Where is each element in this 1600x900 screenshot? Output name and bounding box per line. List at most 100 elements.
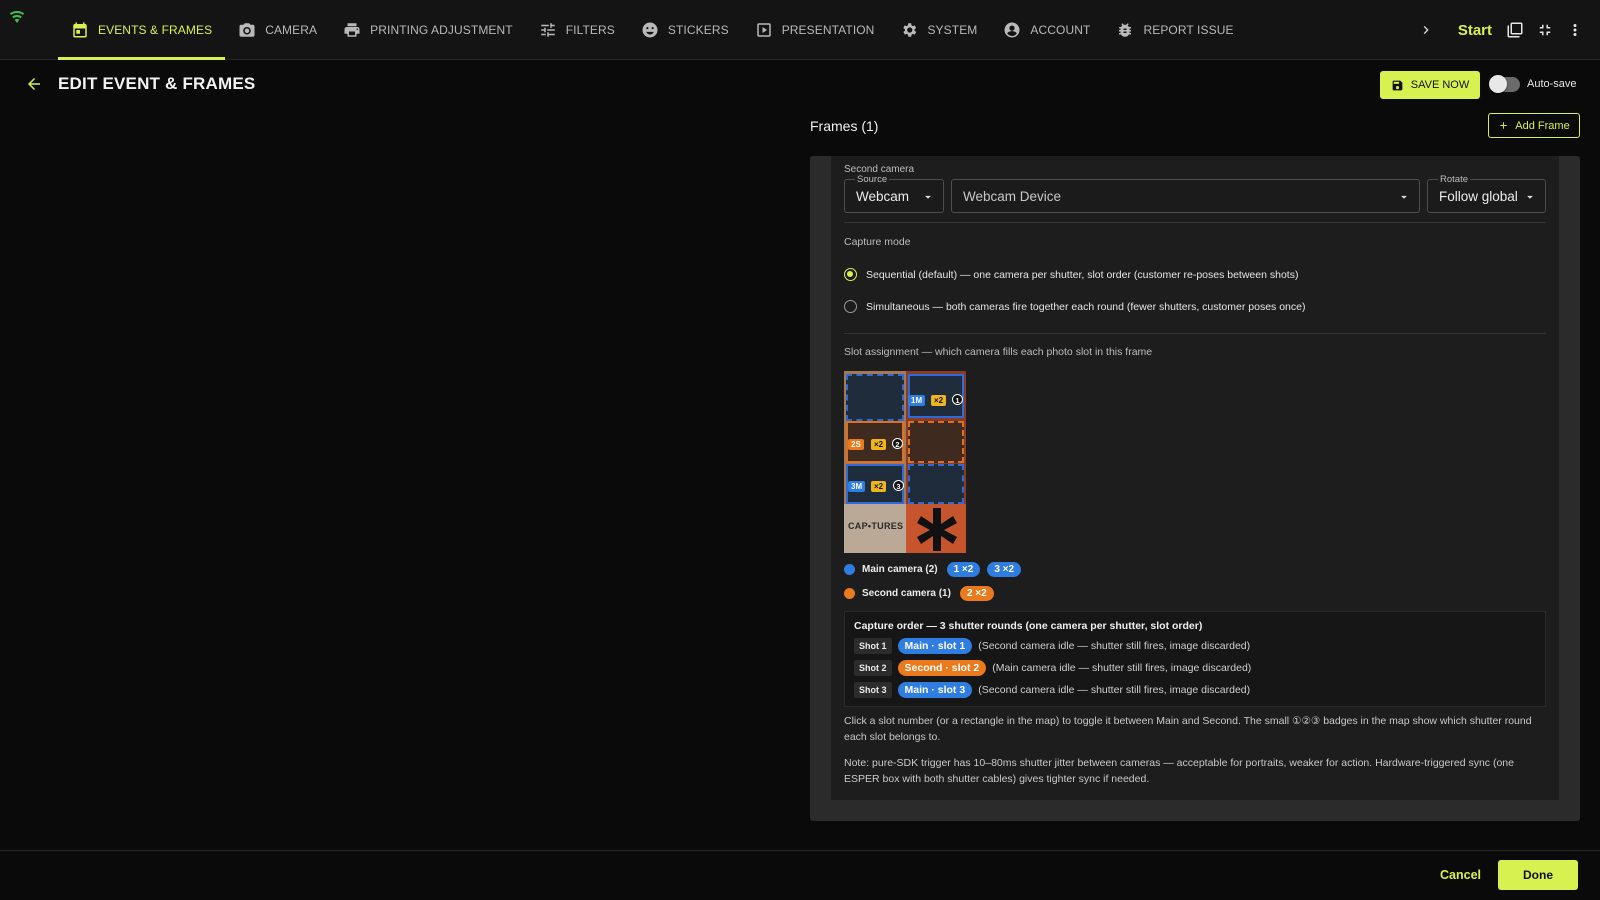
play-icon <box>756 23 771 37</box>
nav-system[interactable]: SYSTEM <box>887 0 990 60</box>
nav-printing-adjustment[interactable]: PRINTING ADJUSTMENT <box>330 0 526 60</box>
capture-mode-label: Capture mode <box>844 236 911 248</box>
more-vert-icon[interactable] <box>1566 21 1584 39</box>
slot-multiplier-tag: ×2 <box>871 481 887 492</box>
nav-events-frames[interactable]: EVENTS & FRAMES <box>58 0 226 60</box>
main-slot-pill[interactable]: 3 ×2 <box>987 562 1022 577</box>
nav-stickers[interactable]: STICKERS <box>628 0 742 60</box>
radio-button-selected[interactable] <box>844 268 857 281</box>
shot-row: Shot 3 Main · slot 3 (Second camera idle… <box>854 682 1250 698</box>
fullscreen-exit-icon[interactable] <box>1536 21 1554 39</box>
source-select-value: Webcam <box>856 189 910 204</box>
wifi-icon <box>9 11 25 23</box>
done-button[interactable]: Done <box>1498 860 1578 890</box>
shot-camera-pill: Main · slot 3 <box>897 682 973 698</box>
dropdown-arrow-icon <box>1527 195 1533 199</box>
shot-tag: Shot 2 <box>854 660 892 676</box>
photo-slot[interactable] <box>908 464 964 504</box>
shot-note: (Second camera idle — shutter still fire… <box>978 684 1251 696</box>
smiley-icon <box>642 22 658 38</box>
shot-camera-pill: Main · slot 1 <box>897 638 973 654</box>
radio-simultaneous[interactable]: Simultaneous — both cameras fire togethe… <box>844 300 1305 313</box>
shutter-round-badge[interactable]: 1 <box>952 394 963 405</box>
account-icon <box>1004 22 1020 38</box>
shot-camera-pill: Second · slot 2 <box>897 660 987 676</box>
add-frame-button[interactable]: Add Frame <box>1488 113 1580 138</box>
top-right-controls: Start <box>1418 0 1584 60</box>
autosave-toggle-knob[interactable] <box>1489 75 1507 93</box>
nav-label: PRESENTATION <box>781 23 875 37</box>
dropdown-arrow-icon <box>925 195 931 199</box>
capture-order-box: Capture order — 3 shutter rounds (one ca… <box>844 611 1546 707</box>
page-title: EDIT EVENT & FRAMES <box>58 74 256 93</box>
cancel-button[interactable]: Cancel <box>1440 868 1481 882</box>
legend-second-camera: Second camera (1) 2 ×2 <box>844 586 994 601</box>
help-text: Click a slot number (or a rectangle in t… <box>844 715 1532 743</box>
photo-slot[interactable] <box>908 421 964 463</box>
chevron-right-icon[interactable] <box>1418 22 1434 38</box>
radio-sequential[interactable]: Sequential (default) — one camera per sh… <box>844 268 1298 281</box>
asterisk-icon <box>917 508 957 551</box>
save-now-button[interactable]: SAVE NOW <box>1380 71 1480 99</box>
nav-filters[interactable]: FILTERS <box>526 0 628 60</box>
radio-button[interactable] <box>844 300 857 313</box>
shot-row: Shot 1 Main · slot 1 (Second camera idle… <box>854 638 1250 654</box>
nav-label: EVENTS & FRAMES <box>98 23 213 37</box>
nav-account[interactable]: ACCOUNT <box>990 0 1103 60</box>
slot-tag: 2S <box>848 439 864 450</box>
save-icon <box>1392 80 1403 90</box>
autosave-label: Auto-save <box>1527 78 1577 90</box>
second-camera-dot <box>844 588 855 599</box>
photo-slot[interactable] <box>846 374 904 421</box>
shutter-round-badge[interactable]: 3 <box>893 480 904 491</box>
webcam-device-value: Webcam Device <box>963 189 1062 204</box>
add-frame-label: Add Frame <box>1515 119 1570 132</box>
radio-sequential-label: Sequential (default) — one camera per sh… <box>866 268 1299 281</box>
divider <box>844 222 1546 223</box>
start-button[interactable]: Start <box>1458 22 1492 39</box>
nav-label: STICKERS <box>667 23 729 37</box>
main-slot-pill[interactable]: 1 ×2 <box>946 562 981 577</box>
back-arrow-icon[interactable] <box>25 75 43 93</box>
camera-icon <box>239 23 255 37</box>
divider <box>844 333 1546 334</box>
main-nav: EVENTS & FRAMES CAMERA PRINTING ADJUSTME… <box>58 0 1247 60</box>
rotate-select-value: Follow global <box>1439 189 1518 204</box>
dropdown-arrow-icon <box>1401 195 1407 199</box>
rotate-select[interactable]: Rotate Follow global <box>1427 174 1546 213</box>
nav-label: SYSTEM <box>927 23 978 37</box>
slot-tag: 3M <box>848 481 866 492</box>
slot-multiplier-tag: ×2 <box>871 439 887 450</box>
nav-label: FILTERS <box>565 23 615 37</box>
slot-tag: 1M <box>908 395 926 406</box>
second-camera-label: Second camera (1) <box>862 588 951 599</box>
slot-map: 1M ×2 1 2S ×2 2 3M ×2 3 CAP•TURES <box>844 371 966 553</box>
rotate-select-label: Rotate <box>1438 174 1470 185</box>
nav-label: PRINTING ADJUSTMENT <box>370 23 513 37</box>
shot-tag: Shot 1 <box>854 638 892 654</box>
nav-label: ACCOUNT <box>1030 23 1091 37</box>
nav-label: REPORT ISSUE <box>1143 23 1234 37</box>
sliders-icon <box>540 23 555 37</box>
shot-tag: Shot 3 <box>854 682 892 698</box>
frame-decoration-area <box>906 504 966 553</box>
note-text: Note: pure-SDK trigger has 10–80ms shutt… <box>844 757 1514 785</box>
gallery-icon[interactable] <box>1506 21 1524 39</box>
main-camera-label: Main camera (2) <box>862 564 938 575</box>
nav-report-issue[interactable]: REPORT ISSUE <box>1103 0 1246 60</box>
top-nav-bar: EVENTS & FRAMES CAMERA PRINTING ADJUSTME… <box>0 0 1600 60</box>
nav-presentation[interactable]: PRESENTATION <box>742 0 888 60</box>
radio-simultaneous-label: Simultaneous — both cameras fire togethe… <box>866 300 1306 313</box>
legend-main-camera: Main camera (2) 1 ×2 3 ×2 <box>844 562 1022 577</box>
frames-heading: Frames (1) <box>810 118 879 134</box>
printer-icon <box>344 23 360 37</box>
shutter-round-badge[interactable]: 2 <box>892 438 903 449</box>
gear-icon <box>903 23 917 37</box>
main-camera-dot <box>844 564 855 575</box>
slot-assignment-label: Slot assignment — which camera fills eac… <box>844 346 1153 358</box>
webcam-device-select[interactable]: Webcam Device <box>951 179 1420 213</box>
capture-order-title: Capture order — 3 shutter rounds (one ca… <box>854 620 1203 632</box>
nav-camera[interactable]: CAMERA <box>225 0 330 60</box>
source-select[interactable]: Source Webcam <box>844 174 944 213</box>
second-slot-pill[interactable]: 2 ×2 <box>959 586 994 601</box>
